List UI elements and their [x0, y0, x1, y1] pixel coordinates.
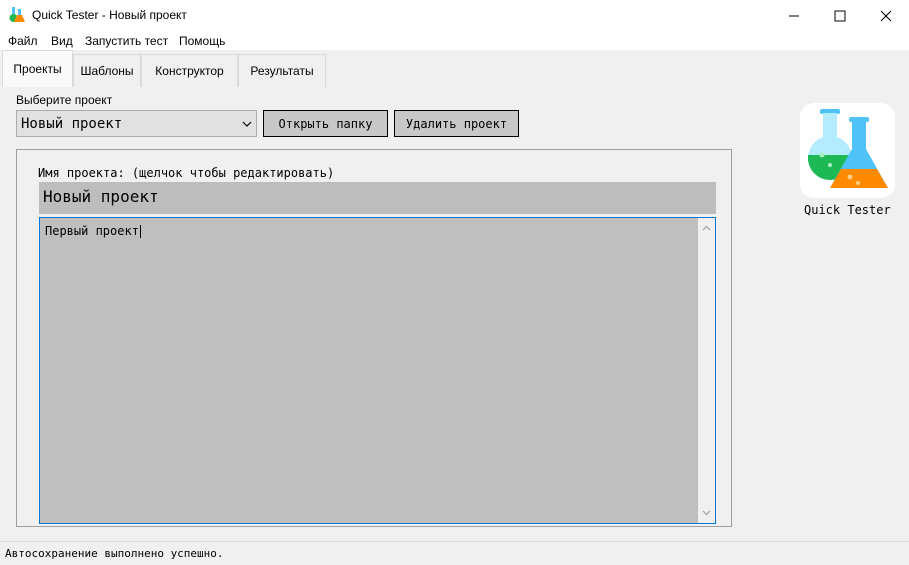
- title-bar: Quick Tester - Новый проект: [0, 0, 909, 31]
- close-icon: [880, 10, 892, 21]
- flasks-logo-icon: [808, 109, 888, 188]
- tab-constructor[interactable]: Конструктор: [141, 54, 238, 87]
- open-folder-button[interactable]: Открыть папку: [263, 110, 388, 137]
- status-bar: Автосохранение выполнено успешно.: [0, 541, 909, 565]
- app-logo: [800, 103, 895, 198]
- project-name-field[interactable]: Новый проект: [39, 182, 716, 214]
- tab-templates[interactable]: Шаблоны: [73, 54, 141, 87]
- minimize-icon: [789, 15, 799, 16]
- status-text: Автосохранение выполнено успешно.: [5, 547, 224, 560]
- menu-help[interactable]: Помощь: [179, 34, 225, 48]
- project-select[interactable]: Новый проект: [16, 110, 257, 137]
- tab-results[interactable]: Результаты: [238, 54, 326, 87]
- project-description-text: Первый проект: [45, 224, 141, 238]
- menu-view[interactable]: Вид: [51, 34, 73, 48]
- close-button[interactable]: [863, 0, 909, 31]
- window-title: Quick Tester - Новый проект: [32, 8, 187, 22]
- app-flask-icon: [9, 7, 25, 22]
- delete-project-button[interactable]: Удалить проект: [394, 110, 519, 137]
- project-description-textarea[interactable]: Первый проект: [39, 217, 716, 524]
- project-name-value: Новый проект: [43, 187, 159, 206]
- menu-run-test[interactable]: Запустить тест: [85, 34, 168, 48]
- app-logo-label: Quick Tester: [804, 203, 891, 217]
- selected-project-value: Новый проект: [21, 116, 123, 132]
- text-caret: [139, 225, 141, 238]
- menu-file[interactable]: Файл: [8, 34, 38, 48]
- select-project-label: Выберите проект: [16, 93, 113, 107]
- tab-projects[interactable]: Проекты: [2, 50, 73, 87]
- vertical-scrollbar[interactable]: [698, 218, 715, 523]
- maximize-icon: [834, 10, 846, 21]
- scroll-down-icon[interactable]: [702, 508, 711, 517]
- chevron-down-icon: [242, 121, 252, 127]
- minimize-button[interactable]: [771, 0, 817, 31]
- scroll-up-icon[interactable]: [702, 224, 711, 233]
- menu-bar: Файл Вид Запустить тест Помощь: [0, 31, 909, 50]
- project-name-label: Имя проекта: (щелчок чтобы редактировать…: [38, 166, 335, 180]
- tab-strip: Проекты Шаблоны Конструктор Результаты: [0, 50, 909, 87]
- maximize-button[interactable]: [817, 0, 863, 31]
